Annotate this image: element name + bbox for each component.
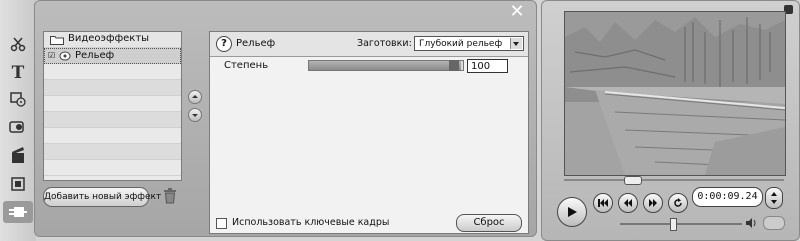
checkbox-icon[interactable]: ☑ [48,51,55,60]
list-item [44,112,181,128]
menu-disc-icon[interactable] [7,88,29,110]
trash-icon[interactable] [163,188,177,204]
slider-fill [309,61,461,70]
effects-list: Видеоэффекты ☑ Рельеф [43,31,182,181]
play-icon [568,207,577,217]
loop-icon [674,198,682,207]
list-item [44,64,181,80]
timecode-display[interactable]: 0:00:09.24 [692,187,763,207]
arrow-down-icon [192,114,198,117]
list-item-category[interactable]: Видеоэффекты [44,32,181,48]
add-effect-button[interactable]: Добавить новый эффект [43,187,161,207]
settings-header: ? Рельеф Заготовки: Глубокий рельеф [210,32,528,57]
move-down-button[interactable] [188,108,202,122]
param-label: Степень [224,60,269,71]
clapper-icon[interactable] [7,144,29,166]
close-icon[interactable]: ✕ [508,3,526,21]
list-item-selected[interactable]: ☑ Рельеф [44,48,181,64]
degree-input[interactable]: 100 [467,59,508,73]
speaker-icon[interactable] [745,217,757,232]
slider-thumb[interactable] [449,60,459,71]
fast-forward-button[interactable] [643,193,663,213]
scrub-handle[interactable] [624,176,642,185]
title-text-icon[interactable]: T [7,62,29,84]
rewind-button[interactable] [618,193,638,213]
chevron-down-icon [510,38,522,49]
preset-value: Глубокий рельеф [419,39,503,49]
tool-sidebar: T [0,0,36,241]
list-item [44,128,181,144]
volume-track[interactable] [620,223,742,225]
keyframes-label: Использовать ключевые кадры [232,217,390,228]
play-button[interactable] [557,197,587,227]
preset-dropdown[interactable]: Глубокий рельеф [414,36,524,51]
degree-slider[interactable] [308,60,464,71]
rewind-icon [624,199,632,207]
list-item [44,144,181,160]
fast-forward-icon [649,199,657,207]
effect-settings: ? Рельеф Заготовки: Глубокий рельеф Степ… [209,31,529,234]
effect-title: Рельеф [236,38,276,49]
plug-icon[interactable] [3,201,33,223]
stepper-arrows-icon [771,192,777,204]
help-icon[interactable]: ? [216,36,232,52]
list-item [44,160,181,176]
sound-icon[interactable] [7,116,29,138]
effects-scissors-icon[interactable] [7,33,29,55]
folder-icon [50,35,64,48]
arrow-up-icon [192,95,198,98]
video-effects-panel: ✕ Видеоэффекты ☑ Рельеф Добавить новый э… [34,0,537,237]
keyframes-checkbox[interactable] [216,218,227,229]
list-item [44,80,181,96]
volume-handle[interactable] [670,218,677,231]
transition-icon[interactable] [7,173,29,195]
reset-button[interactable]: Сброс [456,214,522,232]
dvd-icon[interactable] [763,216,785,230]
timecode-stepper[interactable] [765,187,783,209]
presets-label: Заготовки: [357,38,412,49]
effect-icon [59,51,71,64]
category-label: Видеоэффекты [68,33,150,44]
list-item [44,96,181,112]
selected-effect-label: Рельеф [75,50,115,61]
skip-start-button[interactable] [593,193,613,213]
move-up-button[interactable] [188,90,202,104]
skip-start-icon [598,199,608,207]
preview-player: 0:00:09.24 [541,0,800,241]
video-preview [564,11,786,176]
preview-frame-image [565,12,785,175]
scrub-track[interactable] [564,179,784,181]
loop-button[interactable] [668,193,688,213]
